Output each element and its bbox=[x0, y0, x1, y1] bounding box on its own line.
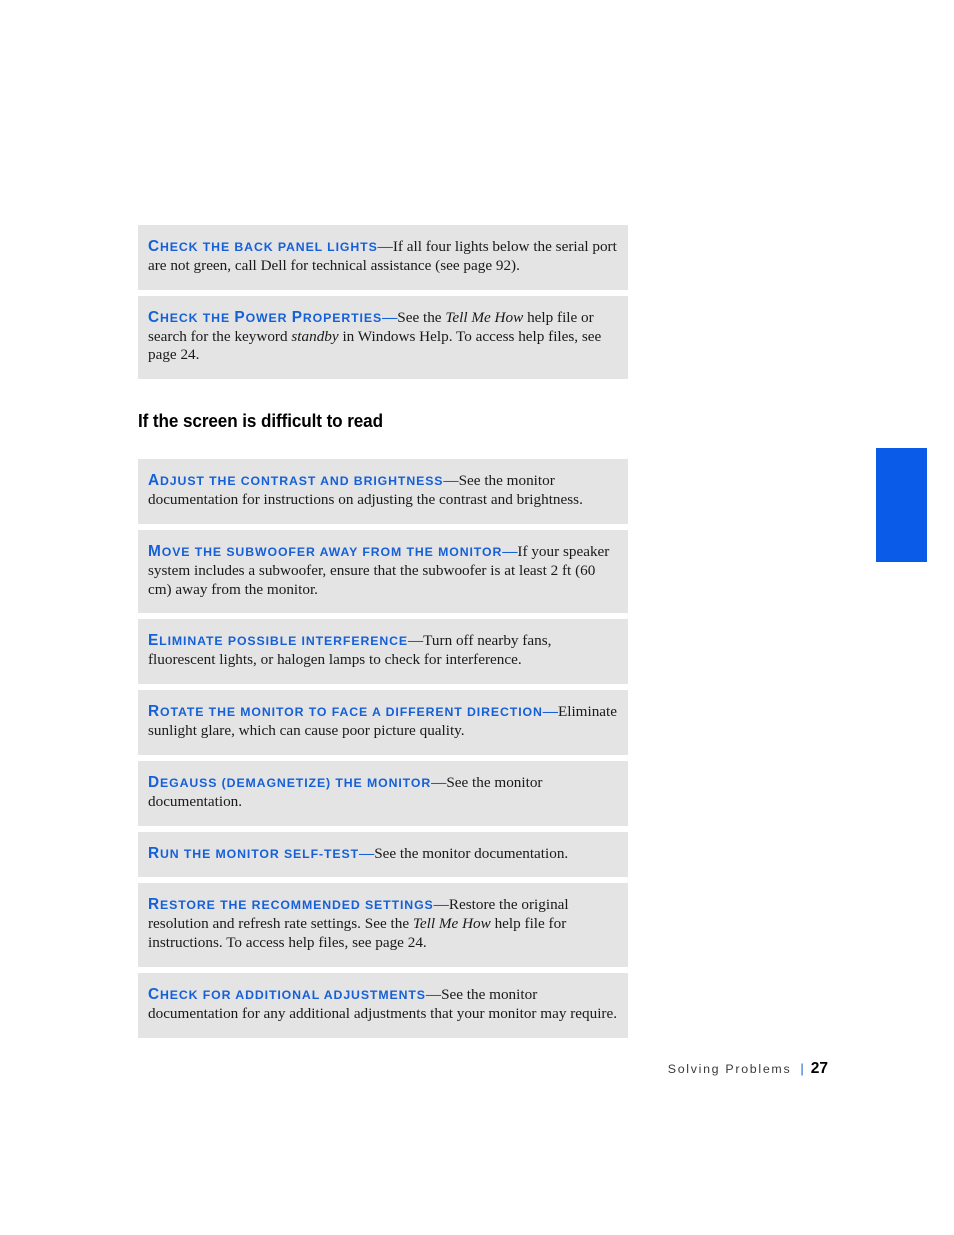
tip-body-emphasis: Tell Me How bbox=[412, 915, 491, 933]
tip-list-before-heading: CHECK THE BACK PANEL LIGHTS—If all four … bbox=[138, 225, 628, 380]
tip-body-emphasis: Tell Me How bbox=[445, 308, 524, 326]
tip-paragraph: CHECK THE POWER PROPERTIES—See the Tell … bbox=[148, 308, 617, 366]
tip-paragraph: DEGAUSS (DEMAGNETIZE) THE MONITOR—See th… bbox=[148, 773, 617, 812]
footer-page-number: 27 bbox=[810, 1060, 828, 1077]
tip-paragraph: RUN THE MONITOR SELF-TEST—See the monito… bbox=[148, 844, 617, 864]
tip-box: CHECK FOR ADDITIONAL ADJUSTMENTS—See the… bbox=[138, 972, 628, 1038]
tip-lead-in: CHECK THE POWER PROPERTIES bbox=[148, 308, 383, 326]
tip-list-after-heading: ADJUST THE CONTRAST AND BRIGHTNESS—See t… bbox=[138, 459, 628, 1038]
tip-em-dash: — bbox=[502, 542, 518, 560]
tip-em-dash: — bbox=[425, 985, 442, 1003]
tip-lead-in: ELIMINATE POSSIBLE INTERFERENCE bbox=[148, 632, 408, 650]
tip-paragraph: ELIMINATE POSSIBLE INTERFERENCE—Turn off… bbox=[148, 631, 617, 670]
tip-em-dash: — bbox=[382, 308, 398, 326]
tip-paragraph: CHECK FOR ADDITIONAL ADJUSTMENTS—See the… bbox=[148, 985, 617, 1024]
tip-box: DEGAUSS (DEMAGNETIZE) THE MONITOR—See th… bbox=[138, 760, 628, 826]
tip-lead-in: CHECK THE BACK PANEL LIGHTS bbox=[148, 238, 378, 255]
tip-paragraph: ADJUST THE CONTRAST AND BRIGHTNESS—See t… bbox=[148, 471, 617, 510]
tip-lead-in: MOVE THE SUBWOOFER AWAY FROM THE MONITOR bbox=[148, 542, 503, 560]
footer-separator: | bbox=[800, 1061, 804, 1076]
heading-spacer-top bbox=[138, 385, 628, 410]
tip-box: ADJUST THE CONTRAST AND BRIGHTNESS—See t… bbox=[138, 459, 628, 524]
tip-lead-in: ROTATE THE MONITOR TO FACE A DIFFERENT D… bbox=[148, 703, 543, 721]
tip-body-text: See the monitor documentation. bbox=[374, 844, 569, 862]
page-footer: Solving Problems | 27 bbox=[0, 1060, 828, 1078]
page-content: CHECK THE BACK PANEL LIGHTS—If all four … bbox=[138, 225, 628, 1044]
tip-paragraph: RESTORE THE RECOMMENDED SETTINGS—Restore… bbox=[148, 895, 617, 953]
tip-lead-in: CHECK FOR ADDITIONAL ADJUSTMENTS bbox=[148, 985, 426, 1003]
heading-spacer-bottom bbox=[138, 432, 628, 459]
tip-body-emphasis: standby bbox=[291, 327, 339, 345]
tip-em-dash: — bbox=[443, 472, 459, 490]
tip-em-dash: — bbox=[377, 238, 393, 255]
footer-chapter-label: Solving Problems bbox=[667, 1062, 792, 1076]
tip-box: RUN THE MONITOR SELF-TEST—See the monito… bbox=[138, 831, 628, 878]
tip-em-dash: — bbox=[407, 632, 424, 650]
tip-box: ROTATE THE MONITOR TO FACE A DIFFERENT D… bbox=[138, 690, 628, 755]
tip-em-dash: — bbox=[542, 703, 558, 721]
tip-paragraph: MOVE THE SUBWOOFER AWAY FROM THE MONITOR… bbox=[148, 542, 617, 600]
tip-lead-in: ADJUST THE CONTRAST AND BRIGHTNESS bbox=[148, 472, 444, 490]
tip-paragraph: ROTATE THE MONITOR TO FACE A DIFFERENT D… bbox=[148, 702, 617, 741]
tip-em-dash: — bbox=[359, 844, 375, 862]
tip-box: RESTORE THE RECOMMENDED SETTINGS—Restore… bbox=[138, 883, 628, 967]
tip-box: ELIMINATE POSSIBLE INTERFERENCE—Turn off… bbox=[138, 619, 628, 685]
tip-em-dash: — bbox=[433, 896, 449, 914]
tip-lead-in: DEGAUSS (DEMAGNETIZE) THE MONITOR bbox=[148, 773, 432, 791]
tip-box: CHECK THE POWER PROPERTIES—See the Tell … bbox=[138, 295, 628, 380]
chapter-thumb-tab bbox=[876, 448, 927, 562]
page-title: If the screen is difficult to read bbox=[138, 410, 383, 432]
tip-box: CHECK THE BACK PANEL LIGHTS—If all four … bbox=[138, 225, 628, 290]
tip-box: MOVE THE SUBWOOFER AWAY FROM THE MONITOR… bbox=[138, 529, 628, 614]
tip-paragraph: CHECK THE BACK PANEL LIGHTS—If all four … bbox=[148, 237, 617, 276]
tip-lead-in: RESTORE THE RECOMMENDED SETTINGS bbox=[148, 896, 434, 914]
tip-lead-in: RUN THE MONITOR SELF-TEST bbox=[148, 844, 360, 862]
tip-body-text: See the bbox=[397, 308, 446, 326]
tip-em-dash: — bbox=[431, 773, 447, 791]
